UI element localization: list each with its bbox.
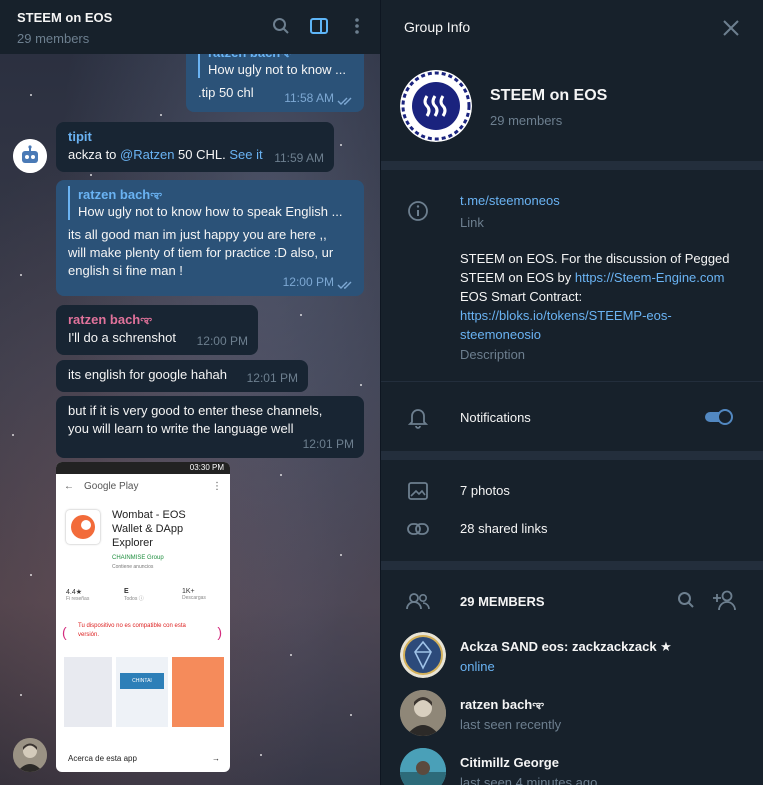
more-options-icon[interactable] <box>345 14 369 38</box>
store-title: Google Play <box>84 481 139 492</box>
group-avatar[interactable] <box>400 70 472 142</box>
message-text: but if it is very good to enter these ch… <box>68 403 323 436</box>
member-status: last seen 4 minutes ago <box>460 775 598 785</box>
divider-line <box>381 381 763 382</box>
member-row[interactable]: Ackza SAND eos: zackzackzack ★ online <box>381 628 763 678</box>
read-checkmarks-icon <box>337 97 352 105</box>
member-status: online <box>460 659 495 674</box>
bell-icon <box>405 405 431 431</box>
notifications-label: Notifications <box>460 410 531 425</box>
message-time: 12:01 PM <box>246 371 298 385</box>
search-members-icon[interactable] <box>677 591 697 611</box>
description-link[interactable]: https://Steem-Engine.com <box>575 270 725 285</box>
reply-text: How ugly not to know ... <box>208 62 347 77</box>
photo-icon <box>405 478 431 504</box>
shared-screenshot-image[interactable]: 03:30 PM ← Google Play ⋮ Wombat - EOS Wal… <box>56 462 230 772</box>
reply-text: How ugly not to know how to speak Englis… <box>78 204 343 219</box>
group-description: STEEM on EOS. For the discussion of Pegg… <box>460 249 750 344</box>
member-row[interactable]: Citimillz George last seen 4 minutes ago <box>381 744 763 785</box>
eos-badge-icon <box>400 632 446 678</box>
sidebar-toggle-icon[interactable] <box>307 14 331 38</box>
portrait-icon <box>400 690 446 736</box>
contract-link-cont[interactable]: steemoneosio <box>460 325 750 344</box>
message-time: 11:59 AM <box>274 151 324 165</box>
add-member-icon[interactable] <box>712 589 738 611</box>
chat-header: STEEM on EOS 29 members <box>0 0 380 54</box>
app-ads-note: Contiene anuncios <box>112 564 154 570</box>
message-sender[interactable]: tipit <box>68 128 322 146</box>
chat-pane: STEEM on EOS 29 members ratzen bachಞ How… <box>0 0 380 785</box>
wombat-app-icon <box>66 510 100 544</box>
group-name: STEEM on EOS <box>490 87 608 104</box>
app-title: Wombat - EOS Wallet & DApp Explorer <box>112 509 186 549</box>
avatar-tipit[interactable] <box>13 139 47 173</box>
store-toolbar: ← Google Play ⋮ <box>64 481 222 492</box>
reply-sender: ratzen bachಞ <box>78 187 163 202</box>
members-icon <box>405 588 431 614</box>
mention-link[interactable]: @Ratzen <box>120 147 174 162</box>
robot-icon <box>13 139 47 173</box>
message-incoming[interactable]: ratzen bachಞ I'll do a schrenshot 12:00 … <box>56 305 258 355</box>
read-checkmarks-icon <box>337 281 352 289</box>
see-it-link[interactable]: See it <box>229 147 262 162</box>
avatar <box>400 748 446 785</box>
message-time: 12:00 PM <box>282 275 334 289</box>
shared-links-count[interactable]: 28 shared links <box>460 521 547 536</box>
search-icon[interactable] <box>269 14 293 38</box>
message-incoming[interactable]: its english for google hahah 12:01 PM <box>56 360 308 392</box>
info-icon <box>405 198 431 224</box>
steem-logo-icon <box>400 70 472 142</box>
panel-title: Group Info <box>404 19 471 35</box>
group-info-panel: Group Info STEEM on EOS 29 members t.me/… <box>381 0 763 785</box>
about-app-link[interactable]: Acerca de esta app → <box>68 754 220 763</box>
notifications-toggle[interactable] <box>703 408 733 426</box>
avatar <box>400 690 446 736</box>
member-status: last seen recently <box>460 717 562 732</box>
contract-link[interactable]: https://bloks.io/tokens/STEEMP-eos- <box>460 306 750 325</box>
group-member-count: 29 members <box>490 113 563 128</box>
invite-link[interactable]: t.me/steemoneos <box>460 193 560 208</box>
message-time: 12:00 PM <box>196 334 248 348</box>
chat-title[interactable]: STEEM on EOS <box>17 10 112 25</box>
member-name: Ackza SAND eos: zackzackzack ★ <box>460 639 672 654</box>
member-name: Citimillz George <box>460 755 559 770</box>
section-separator <box>381 451 763 460</box>
message-text: its all good man im just happy you are h… <box>68 227 334 278</box>
member-row[interactable]: ratzen bachಞ last seen recently <box>381 686 763 736</box>
section-separator <box>381 561 763 570</box>
app-stats: 4.4★ Fi reseñas E Todos ⓘ 1K+ Descargas <box>66 588 206 602</box>
invite-link-label: Link <box>460 215 484 230</box>
portrait-icon <box>400 748 446 785</box>
message-incoming[interactable]: but if it is very good to enter these ch… <box>56 396 364 458</box>
description-label: Description <box>460 347 526 362</box>
close-icon[interactable] <box>720 17 742 39</box>
members-header: 29 MEMBERS <box>460 594 545 609</box>
app-screenshots-strip: CHINTAI <box>64 657 224 727</box>
message-sender[interactable]: ratzen bachಞ <box>68 311 246 329</box>
message-outgoing[interactable]: ratzen bachಞ How ugly not to know how to… <box>56 180 364 296</box>
photos-count[interactable]: 7 photos <box>460 483 510 498</box>
message-time: 12:01 PM <box>302 437 354 451</box>
link-icon <box>405 516 431 542</box>
section-separator <box>381 161 763 170</box>
chat-member-count: 29 members <box>17 31 90 46</box>
message-incoming[interactable]: tipit ackza to @Ratzen 50 CHL. See it 11… <box>56 122 334 172</box>
avatar <box>400 632 446 678</box>
compatibility-warning: ( ) Tu dispositivo no es compatible con … <box>62 623 222 640</box>
avatar-ratzen[interactable] <box>13 738 47 772</box>
app-developer: CHAINMISE Group <box>112 555 164 561</box>
phone-status-bar: 03:30 PM <box>56 462 230 474</box>
message-time: 11:58 AM <box>284 91 334 105</box>
portrait-icon <box>13 738 47 772</box>
member-name: ratzen bachಞ <box>460 697 545 712</box>
